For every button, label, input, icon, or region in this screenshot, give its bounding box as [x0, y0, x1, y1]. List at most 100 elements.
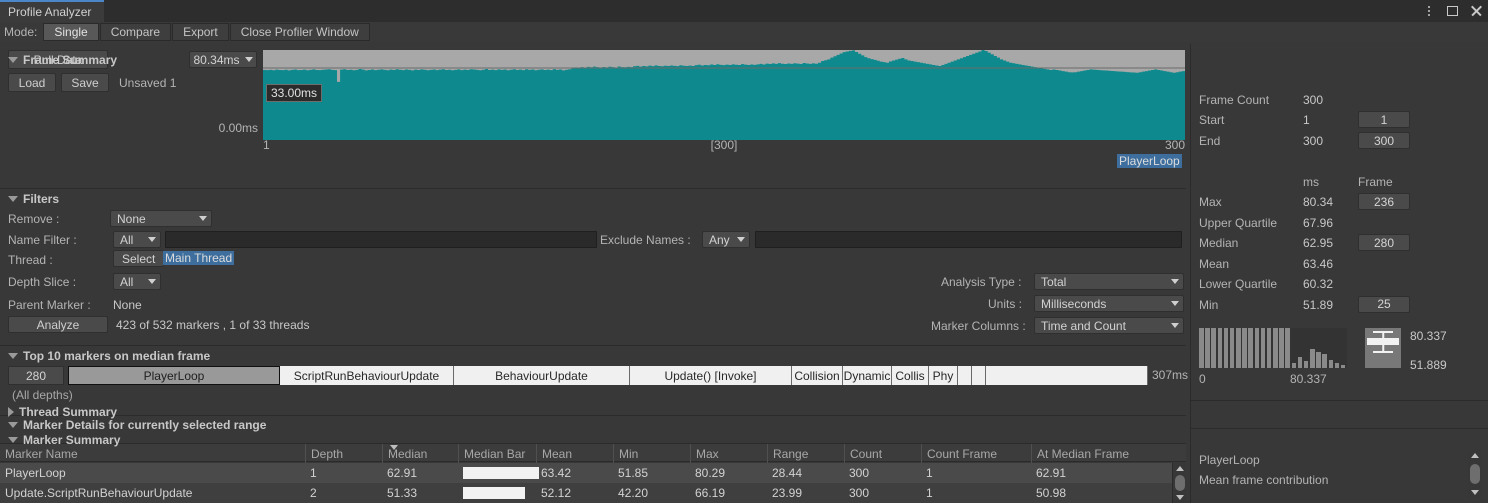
mode-button-close-profiler-window[interactable]: Close Profiler Window [229, 23, 370, 41]
kebab-menu-icon[interactable] [1423, 5, 1435, 17]
depth-slice-dropdown[interactable]: All [113, 273, 161, 290]
mode-button-export[interactable]: Export [172, 23, 229, 41]
column-header-median-bar[interactable]: Median Bar [458, 444, 536, 463]
stat-label-mean: Mean [1199, 256, 1230, 271]
top10-segment[interactable]: Collis [892, 366, 929, 385]
scroll-down-arrow-icon[interactable] [1471, 490, 1479, 495]
thread-summary-section-header[interactable]: Thread Summary [8, 405, 117, 419]
load-button[interactable]: Load [8, 73, 56, 92]
stat-ms-median: 62.95 [1303, 236, 1334, 250]
scroll-up-arrow-icon[interactable] [1471, 453, 1479, 458]
histogram-bar [1242, 328, 1247, 368]
column-header-range[interactable]: Range [767, 444, 844, 463]
column-header-label: Range [773, 446, 809, 461]
top10-segment[interactable]: Dynamic [843, 366, 892, 385]
units-dropdown[interactable]: Milliseconds [1034, 295, 1184, 312]
cell-range: 28.44 [772, 466, 803, 480]
column-header-min[interactable]: Min [613, 444, 690, 463]
thread-summary-title: Thread Summary [19, 405, 118, 419]
frame-graph-max-dropdown[interactable]: 80.34ms [189, 51, 257, 68]
start-frame-field[interactable]: 1 [1358, 111, 1410, 128]
histogram-min-label: 0 [1199, 372, 1206, 386]
cell-range: 23.99 [772, 486, 803, 500]
marker-details-section-header[interactable]: Marker Details for currently selected ra… [8, 418, 266, 432]
top10-segment[interactable]: PlayerLoop [68, 366, 280, 385]
chevron-down-icon [148, 279, 156, 284]
column-header-max[interactable]: Max [690, 444, 767, 463]
histogram-bar [1199, 328, 1204, 368]
thread-select-button[interactable]: Select [113, 250, 165, 267]
top10-segment-label: Collision [794, 368, 840, 383]
scrollbar-thumb[interactable] [1470, 464, 1480, 484]
frame-time-graph[interactable] [263, 50, 1185, 140]
top10-section-header[interactable]: Top 10 markers on median frame [8, 349, 210, 363]
top10-marker-bar[interactable]: PlayerLoop ScriptRunBehaviourUpdate Behavi… [68, 366, 1148, 385]
maximize-icon[interactable] [1447, 6, 1458, 16]
thread-selected-value[interactable]: Main Thread [163, 251, 235, 265]
top10-segment[interactable]: ScriptRunBehaviourUpdate [280, 366, 454, 385]
triangle-right-icon [8, 407, 14, 417]
cell-depth: 2 [310, 486, 317, 500]
top10-segment[interactable] [972, 366, 986, 385]
stat-frame-max[interactable]: 236 [1358, 193, 1410, 210]
end-frame-field[interactable]: 300 [1358, 132, 1410, 149]
mode-button-single[interactable]: Single [43, 23, 99, 41]
top10-segment[interactable]: Collision [792, 366, 843, 385]
triangle-down-icon [8, 353, 18, 359]
stat-frame-min[interactable]: 25 [1358, 295, 1410, 313]
marker-summary-section-header[interactable]: Marker Summary [8, 433, 120, 447]
filters-title: Filters [23, 192, 60, 206]
scroll-up-arrow-icon[interactable] [1176, 466, 1184, 471]
end-frame-field-value: 300 [1373, 133, 1395, 148]
top10-segment[interactable] [986, 366, 1148, 385]
scrollbar-thumb[interactable] [1175, 475, 1185, 491]
start-label: Start [1199, 113, 1225, 127]
top10-segment[interactable]: Phy [929, 366, 958, 385]
exclude-names-input[interactable] [755, 231, 1182, 248]
window-tab-profile-analyzer[interactable]: Profile Analyzer [0, 2, 104, 22]
exclude-names-mode-dropdown[interactable]: Any [702, 231, 750, 248]
scroll-down-arrow-icon[interactable] [1176, 495, 1184, 500]
frame-time-histogram [1199, 328, 1347, 368]
mode-button-compare[interactable]: Compare [99, 23, 172, 41]
units-label: Units : [988, 297, 1023, 311]
remove-dropdown[interactable]: None [110, 210, 212, 227]
cell-max: 80.29 [695, 466, 726, 480]
top10-segment[interactable] [958, 366, 972, 385]
column-header-median[interactable]: Median [382, 444, 458, 463]
close-icon[interactable] [1470, 5, 1482, 17]
column-header-count-frame[interactable]: Count Frame [921, 444, 1031, 463]
column-header-depth[interactable]: Depth [305, 444, 382, 463]
stat-frame-median[interactable]: 280 [1358, 234, 1410, 251]
frame-summary-section-header[interactable]: Frame Summary [8, 53, 117, 67]
mode-label: Mode: [4, 25, 38, 39]
table-vertical-scrollbar[interactable] [1172, 463, 1186, 503]
exclude-names-mode-value: Any [709, 232, 730, 247]
marker-summary-divider [1191, 428, 1488, 429]
stat-ms-max: 80.34 [1303, 195, 1334, 209]
analysis-type-dropdown[interactable]: Total [1034, 273, 1184, 290]
cell-count: 300 [849, 486, 870, 500]
column-header-at-median-frame[interactable]: At Median Frame [1031, 444, 1171, 463]
histogram-bar [1297, 357, 1303, 368]
analysis-type-label: Analysis Type : [941, 275, 1022, 289]
column-header-count[interactable]: Count [844, 444, 921, 463]
analyze-button[interactable]: Analyze [8, 316, 108, 333]
save-button[interactable]: Save [61, 73, 109, 92]
column-header-mean[interactable]: Mean [536, 444, 613, 463]
chevron-down-icon [199, 216, 207, 221]
column-header-label: Depth [311, 446, 344, 461]
top10-segment[interactable]: BehaviourUpdate [454, 366, 630, 385]
graph-selected-marker-tag[interactable]: PlayerLoop [1117, 154, 1182, 168]
cell-mean: 63.42 [541, 466, 572, 480]
name-filter-input[interactable] [165, 231, 597, 248]
marker-summary-scrollbar[interactable] [1468, 450, 1482, 498]
table-row[interactable]: PlayerLoop 1 62.91 63.42 51.85 80.29 28.44 300 1… [0, 463, 1186, 483]
mode-button-compare-label: Compare [110, 25, 161, 39]
top10-segment[interactable]: Update() [Invoke] [630, 366, 792, 385]
filters-section-header[interactable]: Filters [8, 192, 59, 206]
marker-columns-dropdown[interactable]: Time and Count [1034, 317, 1184, 334]
name-filter-mode-dropdown[interactable]: All [113, 231, 161, 248]
top10-frame-number[interactable]: 280 [8, 366, 64, 385]
table-row[interactable]: Update.ScriptRunBehaviourUpdate 2 51.33 52.… [0, 483, 1186, 503]
